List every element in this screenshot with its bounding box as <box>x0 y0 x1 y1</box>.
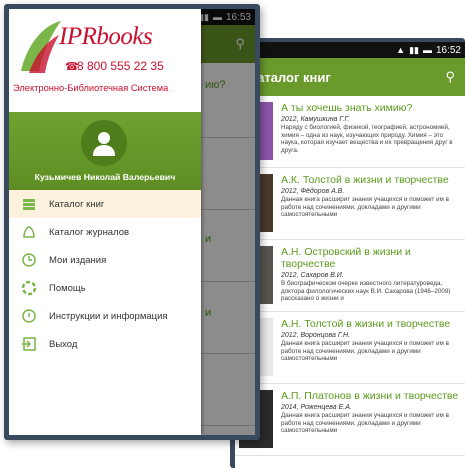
my-publications-icon <box>9 252 49 268</box>
book-meta: 2012, Фёдоров А.В. <box>281 188 345 195</box>
status-time: 16:52 <box>435 44 461 56</box>
menu-item[interactable]: Мои издания <box>9 246 201 274</box>
book-title: А.П. Платонов в жизни и творчестве <box>281 390 459 402</box>
logo: IPRbooks ☎ 8 800 555 22 35 Электронно-Би… <box>9 9 201 112</box>
back-phone: ▲ ▮▮ ▬ 16:52 Каталог книг ⚲ А ты хочешь … <box>230 38 465 468</box>
book-title: А.Н. Островский в жизни и творчестве <box>281 246 411 270</box>
book-description: Наряду с биологией, физикой, географией,… <box>281 124 453 154</box>
book-item[interactable]: А.П. Платонов в жизни и творчестве 2014, … <box>235 384 465 456</box>
drawer-header: Кузьмичев Николай Валерьевич <box>9 112 201 190</box>
menu-item[interactable]: Каталог книг <box>9 190 201 218</box>
book-list: А ты хочешь знать химию? 2012, Камушкина … <box>235 96 465 456</box>
front-phone: ▲ ▮▮ ▬ 16:53 ⚲ ию? и и <box>4 4 260 440</box>
book-description: Данная книга расширит знания учащихся и … <box>281 196 449 218</box>
page-title: Каталог книг <box>249 69 331 85</box>
drawer-menu: Каталог книг Каталог журналов Мои издания П… <box>9 190 201 358</box>
user-name: Кузьмичев Николай Валерьевич <box>34 172 176 182</box>
navigation-drawer: IPRbooks ☎ 8 800 555 22 35 Электронно-Би… <box>9 9 201 435</box>
logo-phone: 8 800 555 22 35 <box>77 59 164 73</box>
logo-subtitle: Электронно-Библиотечная Система <box>13 83 169 93</box>
book-meta: 2014, Роженцева Е.А. <box>281 404 352 411</box>
book-item[interactable]: А.К. Толстой в жизни и творчестве 2012, Ф… <box>235 168 465 240</box>
user-icon <box>93 132 115 156</box>
logo-brand: IPRbooks <box>59 23 153 50</box>
exit-icon <box>9 336 49 352</box>
search-icon[interactable]: ⚲ <box>445 69 455 85</box>
book-title: А.К. Толстой в жизни и творчестве <box>281 174 449 186</box>
catalog-books-icon <box>9 196 49 212</box>
instructions-icon <box>9 308 49 324</box>
menu-item[interactable]: Инструкции и информация <box>9 302 201 330</box>
catalog-journals-icon <box>9 224 49 240</box>
book-meta: 2012, Камушкина Г.Г. <box>281 116 350 123</box>
menu-item[interactable]: Помощь <box>9 274 201 302</box>
status-bar: ▲ ▮▮ ▬ 16:52 <box>235 42 465 58</box>
menu-item-label: Каталог журналов <box>49 226 130 238</box>
help-icon <box>9 280 49 296</box>
app-bar: Каталог книг ⚲ <box>235 58 465 96</box>
book-item[interactable]: А ты хочешь знать химию? 2012, Камушкина … <box>235 96 465 168</box>
book-item[interactable]: А.Н. Островский в жизни и творчестве 2012… <box>235 240 465 312</box>
battery-icon: ▬ <box>422 45 432 55</box>
book-meta: 2012, Сахаров В.И. <box>281 272 344 279</box>
menu-item[interactable]: Каталог журналов <box>9 218 201 246</box>
menu-item-label: Каталог книг <box>49 198 105 210</box>
book-title: А ты хочешь знать химию? <box>281 102 413 114</box>
book-item[interactable]: А.Н. Толстой в жизни и творчестве 2012, В… <box>235 312 465 384</box>
book-title: А.Н. Толстой в жизни и творчестве <box>281 318 451 330</box>
book-description: Данная книга расширит знания учащихся и … <box>281 340 449 362</box>
menu-item-label: Мои издания <box>49 254 107 266</box>
menu-item-label: Выход <box>49 338 78 350</box>
book-description: В биографическом очерке известного литер… <box>281 280 451 302</box>
wifi-icon: ▲ <box>396 45 406 55</box>
signal-icon: ▮▮ <box>409 44 419 55</box>
back-screen: ▲ ▮▮ ▬ 16:52 Каталог книг ⚲ А ты хочешь … <box>235 42 465 468</box>
avatar <box>81 120 127 166</box>
logo-leaf-icon <box>21 21 61 73</box>
book-description: Данная книга расширит знания учащихся и … <box>281 412 449 434</box>
front-screen: ▲ ▮▮ ▬ 16:53 ⚲ ию? и и <box>9 9 255 435</box>
menu-item-label: Инструкции и информация <box>49 310 168 322</box>
menu-item-label: Помощь <box>49 282 86 294</box>
menu-item[interactable]: Выход <box>9 330 201 358</box>
book-meta: 2012, Воронцова Г.Н. <box>281 332 350 339</box>
